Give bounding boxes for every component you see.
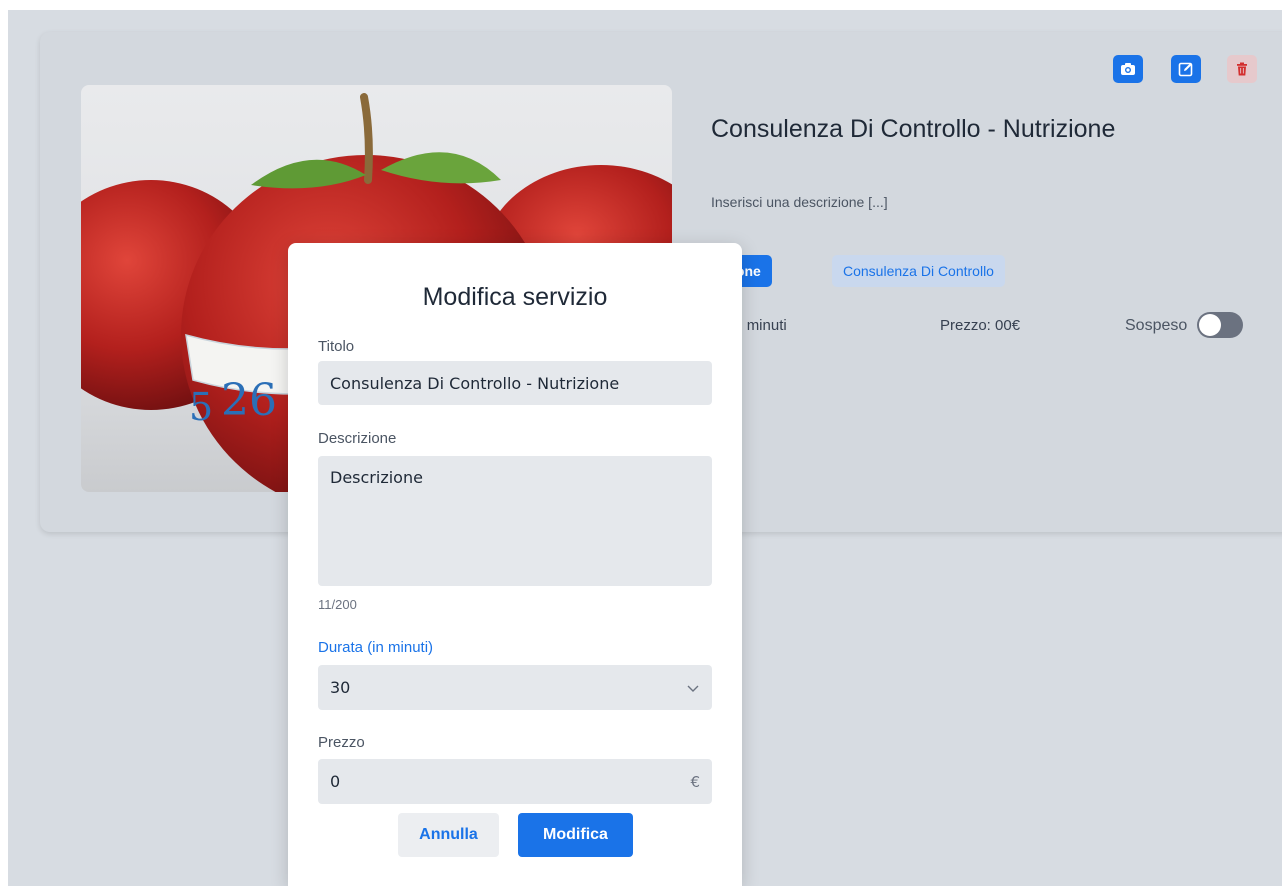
description-placeholder: Descrizione bbox=[330, 468, 423, 487]
tape-number-26: 26 bbox=[221, 375, 277, 426]
toggle-knob bbox=[1199, 314, 1221, 336]
modal-title: Modifica servizio bbox=[422, 283, 608, 311]
camera-icon bbox=[1121, 63, 1135, 75]
price-info: Prezzo: 00€ bbox=[940, 317, 1021, 334]
service-description: Inserisci una descrizione [...] bbox=[711, 194, 888, 210]
price-label: Prezzo bbox=[318, 734, 365, 751]
price-input[interactable]: 0 € bbox=[318, 759, 712, 804]
suspend-toggle[interactable] bbox=[1197, 312, 1243, 338]
suspend-label: Sospeso bbox=[1125, 317, 1188, 334]
duration-select[interactable]: 30 bbox=[318, 665, 712, 710]
description-char-counter: 11/200 bbox=[318, 597, 357, 612]
service-title: Consulenza Di Controllo - Nutrizione bbox=[711, 115, 1116, 143]
duration-label: Durata (in minuti) bbox=[318, 639, 434, 656]
edit-icon bbox=[1178, 62, 1193, 77]
tape-number-5: 5 bbox=[189, 385, 213, 429]
currency-suffix: € bbox=[690, 772, 700, 791]
trash-icon bbox=[1237, 62, 1247, 76]
title-input[interactable]: Consulenza Di Controllo - Nutrizione bbox=[318, 361, 712, 405]
title-label: Titolo bbox=[318, 338, 355, 355]
title-input-value: Consulenza Di Controllo - Nutrizione bbox=[330, 373, 620, 393]
submit-button[interactable]: Modifica bbox=[518, 813, 633, 857]
change-photo-button[interactable] bbox=[1113, 55, 1143, 83]
cancel-button[interactable]: Annulla bbox=[398, 813, 499, 857]
service-type-tag[interactable]: Consulenza Di Controllo bbox=[832, 255, 1005, 287]
duration-select-value: 30 bbox=[330, 678, 351, 697]
description-label: Descrizione bbox=[318, 430, 397, 447]
chevron-down-icon bbox=[687, 685, 699, 692]
description-textarea[interactable]: Descrizione bbox=[318, 456, 712, 586]
edit-service-modal: Modifica servizio Titolo Consulenza Di C… bbox=[288, 243, 742, 886]
edit-service-button[interactable] bbox=[1171, 55, 1201, 83]
price-input-value: 0 bbox=[330, 772, 341, 791]
delete-service-button[interactable] bbox=[1227, 55, 1257, 83]
